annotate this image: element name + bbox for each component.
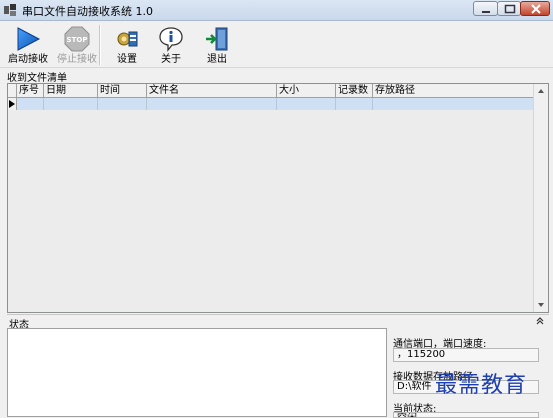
exit-door-icon	[206, 27, 228, 51]
file-list-grid[interactable]: 序号 日期 时间 文件名 大小 记录数 存放路径	[7, 83, 549, 313]
port-speed-field: ，115200	[393, 348, 539, 362]
start-receive-button[interactable]: 启动接收	[4, 24, 52, 66]
collapse-double-chevron-icon[interactable]	[535, 316, 545, 326]
vertical-scrollbar[interactable]	[533, 84, 548, 312]
cell-path[interactable]	[373, 98, 534, 110]
scroll-up-button[interactable]	[534, 84, 548, 98]
column-header-size[interactable]: 大小	[277, 84, 336, 97]
cell-index[interactable]	[17, 98, 44, 110]
stop-receive-label: 停止接收	[57, 54, 97, 65]
column-header-date[interactable]: 日期	[44, 84, 98, 97]
settings-button[interactable]: 设置	[108, 24, 146, 66]
toolbar: 启动接收 STOP 停止接收 设置 关于 退出	[0, 21, 553, 68]
cell-record-count[interactable]	[336, 98, 373, 110]
cell-time[interactable]	[98, 98, 147, 110]
title-bar: 串口文件自动接收系统 1.0	[0, 0, 553, 21]
svg-text:STOP: STOP	[67, 36, 88, 44]
stop-receive-button[interactable]: STOP 停止接收	[54, 24, 100, 66]
close-icon	[531, 4, 541, 14]
gear-settings-icon	[117, 31, 138, 47]
app-icon	[3, 3, 17, 17]
current-row-arrow-icon	[9, 100, 15, 108]
info-icon	[159, 27, 183, 52]
minimize-button[interactable]	[473, 1, 498, 16]
header-corner	[8, 84, 17, 97]
exit-label: 退出	[207, 54, 227, 65]
current-state-field: 空闲	[393, 412, 539, 418]
file-list-caption: 收到文件清单	[7, 73, 67, 84]
row-indicator	[8, 98, 17, 110]
watermark: 最需教育	[435, 373, 528, 398]
chevron-up-icon	[538, 89, 544, 93]
cell-date[interactable]	[44, 98, 98, 110]
column-header-time[interactable]: 时间	[98, 84, 147, 97]
status-panel-header: 状态	[7, 314, 549, 331]
column-header-record-count[interactable]: 记录数	[336, 84, 373, 97]
about-button[interactable]: 关于	[152, 24, 190, 66]
stop-sign-icon: STOP	[64, 26, 90, 52]
column-header-path[interactable]: 存放路径	[373, 84, 534, 97]
maximize-icon	[504, 4, 516, 14]
play-triangle-icon	[17, 27, 41, 51]
chevron-down-icon	[538, 303, 544, 307]
maximize-button[interactable]	[497, 1, 521, 16]
cell-size[interactable]	[277, 98, 336, 110]
scroll-down-button[interactable]	[534, 298, 548, 312]
column-header-filename[interactable]: 文件名	[147, 84, 277, 97]
toolbar-separator	[99, 25, 101, 65]
window-title: 串口文件自动接收系统 1.0	[22, 5, 153, 18]
table-row[interactable]	[8, 98, 534, 110]
settings-label: 设置	[117, 54, 137, 65]
column-header-index[interactable]: 序号	[17, 84, 44, 97]
about-label: 关于	[161, 54, 181, 65]
start-receive-label: 启动接收	[8, 54, 48, 65]
status-log-area[interactable]	[7, 328, 387, 417]
cell-filename[interactable]	[147, 98, 277, 110]
exit-button[interactable]: 退出	[198, 24, 236, 66]
minimize-icon	[482, 11, 490, 13]
grid-header: 序号 日期 时间 文件名 大小 记录数 存放路径	[8, 84, 534, 98]
close-button[interactable]	[520, 1, 550, 16]
